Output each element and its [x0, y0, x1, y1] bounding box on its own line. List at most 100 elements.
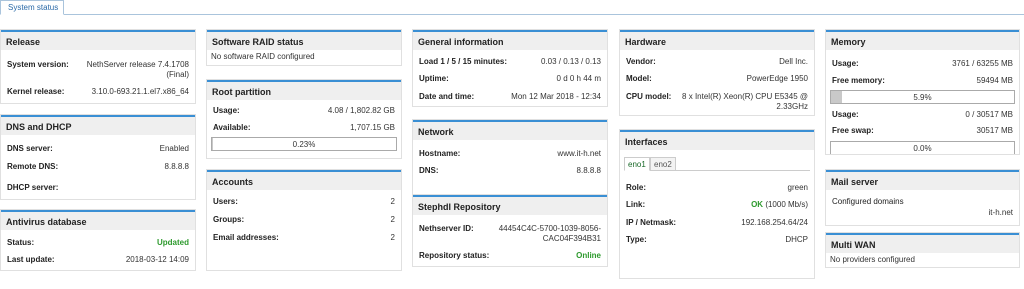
- accounts-panel: Accounts Users: 2 Groups: 2 Email addres…: [206, 169, 402, 271]
- tab-eno2[interactable]: eno2: [650, 157, 676, 171]
- dhcp-server-label: DHCP server:: [7, 183, 59, 192]
- users-value: 2: [390, 197, 395, 206]
- swap-usage-label: Usage:: [832, 110, 859, 119]
- software-raid-panel: Software RAID status No software RAID co…: [206, 29, 402, 66]
- memory-panel: Memory Usage: 3761 / 63255 MB Free memor…: [825, 29, 1020, 155]
- antivirus-status-value: Updated: [157, 238, 189, 247]
- groups-value: 2: [390, 215, 395, 224]
- free-swap-value: 30517 MB: [976, 126, 1013, 135]
- root-usage-value: 4.08 / 1,802.82 GB: [327, 106, 395, 115]
- memory-usage-bar-text: 5.9%: [913, 93, 932, 102]
- raid-message: No software RAID configured: [211, 52, 315, 61]
- type-label: Type:: [626, 235, 647, 244]
- link-ok: OK: [751, 200, 764, 209]
- multi-wan-panel: Multi WAN No providers configured: [825, 232, 1020, 268]
- model-label: Model:: [626, 74, 652, 83]
- hardware-panel: Hardware Vendor: Dell Inc. Model: PowerE…: [619, 29, 815, 116]
- mail-server-panel: Mail server Configured domains it-h.net: [825, 169, 1020, 226]
- dns-dhcp-panel: DNS and DHCP DNS server: Enabled Remote …: [0, 114, 196, 200]
- panel-title: Stephdl Repository: [413, 195, 607, 215]
- nethserver-id-value-line2: CAC04F394B31: [542, 234, 601, 243]
- swap-usage-value: 0 / 30517 MB: [965, 110, 1013, 119]
- kernel-release-label: Kernel release:: [7, 87, 65, 96]
- memory-usage-bar: 5.9%: [830, 90, 1015, 104]
- free-memory-value: 59494 MB: [976, 76, 1013, 85]
- link-value: OK (1000 Mb/s): [751, 200, 808, 209]
- panel-title: Interfaces: [620, 130, 814, 150]
- repository-status-label: Repository status:: [419, 251, 490, 260]
- tab-bar: System status: [0, 0, 1024, 15]
- remote-dns-label: Remote DNS:: [7, 162, 59, 171]
- ip-netmask-label: IP / Netmask:: [626, 218, 677, 227]
- model-value: PowerEdge 1950: [746, 74, 808, 83]
- root-usage-label: Usage:: [213, 106, 240, 115]
- free-swap-label: Free swap:: [832, 126, 874, 135]
- link-speed: (1000 Mb/s): [765, 200, 808, 209]
- memory-usage-value: 3761 / 63255 MB: [952, 59, 1013, 68]
- load-label: Load 1 / 5 / 15 minutes:: [419, 57, 508, 66]
- root-usage-bar-text: 0.23%: [292, 140, 316, 149]
- panel-title: Antivirus database: [1, 210, 195, 230]
- system-version-value: NethServer release 7.4.1708: [86, 60, 189, 69]
- panel-title: Hardware: [620, 30, 814, 50]
- uptime-value: 0 d 0 h 44 m: [556, 74, 601, 83]
- kernel-release-value: 3.10.0-693.21.1.el7.x86_64: [91, 87, 189, 96]
- root-partition-panel: Root partition Usage: 4.08 / 1,802.82 GB…: [206, 79, 402, 159]
- dns-server-label: DNS server:: [7, 144, 53, 153]
- load-value: 0.03 / 0.13 / 0.13: [540, 57, 601, 66]
- link-label: Link:: [626, 200, 646, 209]
- multi-wan-message: No providers configured: [830, 255, 915, 264]
- email-addresses-label: Email addresses:: [213, 233, 279, 242]
- type-value: DHCP: [785, 235, 808, 244]
- network-dns-label: DNS:: [419, 166, 439, 175]
- root-available-label: Available:: [213, 123, 251, 132]
- hostname-value: www.it-h.net: [557, 149, 601, 158]
- tab-system-status[interactable]: System status: [0, 0, 64, 15]
- root-available-value: 1,707.15 GB: [350, 123, 395, 132]
- nethserver-id-value-line1: 44454C4C-5700-1039-8056-: [498, 224, 601, 233]
- free-memory-label: Free memory:: [832, 76, 885, 85]
- panel-title: Software RAID status: [207, 30, 401, 50]
- panel-title: Memory: [826, 30, 1019, 50]
- tab-eno1[interactable]: eno1: [624, 157, 650, 171]
- configured-domains-value: it-h.net: [988, 208, 1013, 217]
- antivirus-status-label: Status:: [7, 238, 35, 247]
- users-label: Users:: [213, 197, 238, 206]
- cpu-model-value-line2: 2.33GHz: [776, 102, 808, 111]
- interface-tabs: eno1 eno2: [624, 157, 810, 171]
- panel-title: Release: [1, 30, 195, 50]
- nethserver-id-label: Nethserver ID:: [419, 224, 474, 233]
- system-version-value-line2: (Final): [166, 70, 189, 79]
- remote-dns-value: 8.8.8.8: [164, 162, 189, 171]
- date-time-label: Date and time:: [419, 92, 475, 101]
- panel-title: General information: [413, 30, 607, 50]
- interfaces-panel: Interfaces eno1 eno2 Role: green Link: O…: [619, 129, 815, 279]
- panel-title: Network: [413, 120, 607, 140]
- cpu-model-label: CPU model:: [626, 92, 672, 101]
- hostname-label: Hostname:: [419, 149, 461, 158]
- panel-title: Mail server: [826, 170, 1019, 190]
- role-label: Role:: [626, 183, 646, 192]
- general-info-panel: General information Load 1 / 5 / 15 minu…: [412, 29, 608, 107]
- root-usage-bar: 0.23%: [211, 137, 397, 151]
- stephdl-repository-panel: Stephdl Repository Nethserver ID: 44454C…: [412, 194, 608, 267]
- memory-usage-label: Usage:: [832, 59, 859, 68]
- email-addresses-value: 2: [390, 233, 395, 242]
- network-dns-value: 8.8.8.8: [576, 166, 601, 175]
- cpu-model-value-line1: 8 x Intel(R) Xeon(R) CPU E5345 @: [682, 92, 808, 101]
- role-value: green: [787, 183, 808, 192]
- ip-netmask-value: 192.168.254.64/24: [741, 218, 808, 227]
- panel-title: Root partition: [207, 80, 401, 100]
- panel-title: DNS and DHCP: [1, 115, 195, 135]
- date-time-value: Mon 12 Mar 2018 - 12:34: [511, 92, 601, 101]
- system-version-label: System version:: [7, 60, 69, 69]
- vendor-value: Dell Inc.: [779, 57, 808, 66]
- antivirus-panel: Antivirus database Status: Updated Last …: [0, 209, 196, 271]
- groups-label: Groups:: [213, 215, 245, 224]
- release-panel: Release System version: NethServer relea…: [0, 29, 196, 104]
- last-update-value: 2018-03-12 14:09: [125, 255, 189, 264]
- swap-usage-bar: 0.0%: [830, 141, 1015, 154]
- uptime-label: Uptime:: [419, 74, 449, 83]
- last-update-label: Last update:: [7, 255, 55, 264]
- panel-title: Multi WAN: [826, 233, 1019, 253]
